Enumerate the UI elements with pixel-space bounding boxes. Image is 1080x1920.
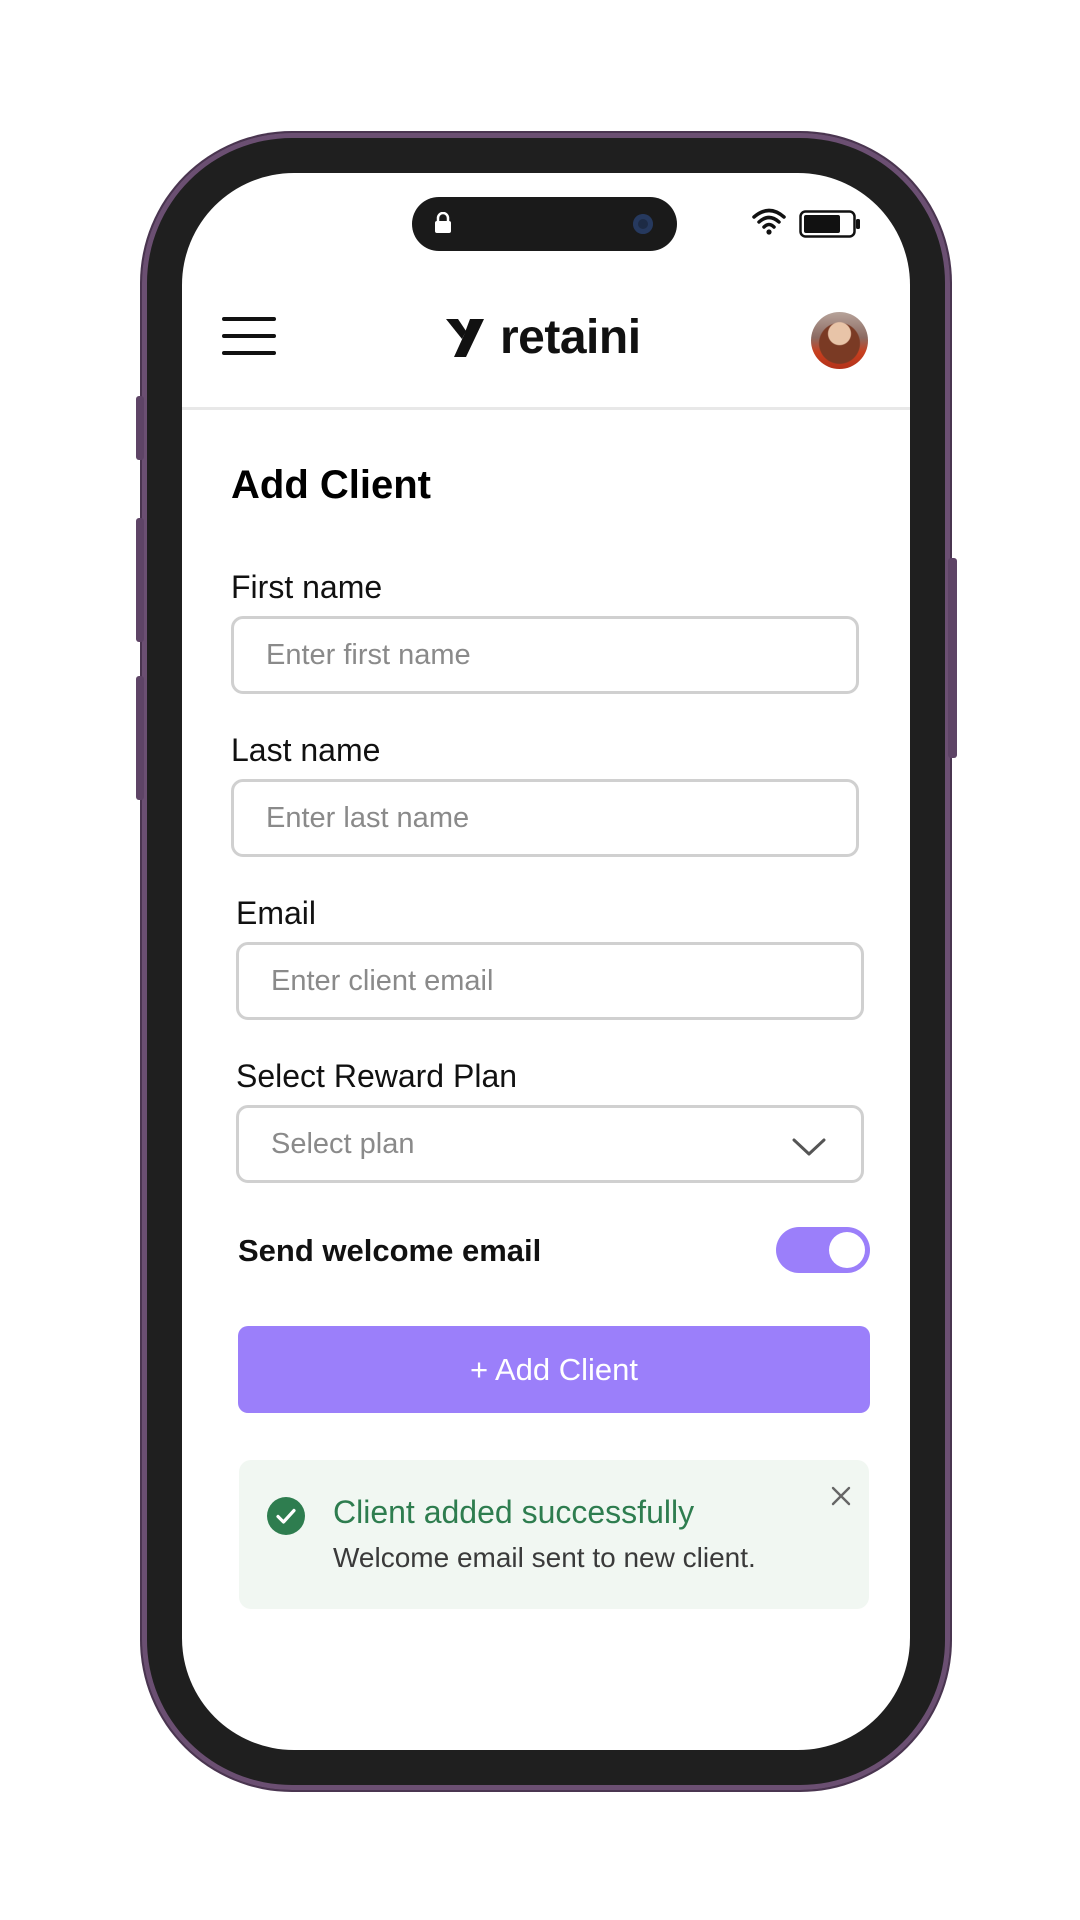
first-name-input[interactable]: Enter first name bbox=[231, 616, 859, 694]
close-icon[interactable] bbox=[829, 1484, 853, 1508]
add-client-button[interactable]: + Add Client bbox=[238, 1326, 870, 1413]
brand-logo[interactable]: retaini bbox=[444, 309, 641, 365]
phone-screen: retaini Add Client First name Enter firs… bbox=[182, 173, 910, 1750]
brand-name: retaini bbox=[500, 310, 641, 364]
page-title: Add Client bbox=[231, 463, 431, 507]
lock-icon bbox=[435, 212, 451, 233]
logo-mark-icon bbox=[446, 319, 484, 357]
app-header: retaini bbox=[182, 263, 910, 410]
last-name-label: Last name bbox=[231, 732, 381, 768]
toast-title: Client added successfully bbox=[333, 1494, 695, 1530]
side-button-left-3 bbox=[136, 676, 144, 800]
email-label: Email bbox=[236, 895, 317, 931]
chevron-down-icon bbox=[792, 1138, 826, 1156]
reward-plan-select[interactable]: Select plan bbox=[236, 1105, 864, 1183]
hamburger-menu-icon[interactable] bbox=[222, 317, 276, 355]
welcome-email-label: Send welcome email bbox=[238, 1233, 542, 1268]
reward-plan-label: Select Reward Plan bbox=[236, 1058, 518, 1094]
welcome-email-toggle[interactable] bbox=[776, 1227, 870, 1273]
last-name-input[interactable]: Enter last name bbox=[231, 779, 859, 857]
success-toast: Client added successfully Welcome email … bbox=[239, 1460, 869, 1609]
side-button-left-2 bbox=[136, 518, 144, 642]
wifi-icon bbox=[752, 208, 786, 235]
toast-message: Welcome email sent to new client. bbox=[333, 1542, 756, 1573]
toggle-knob bbox=[829, 1232, 865, 1268]
camera-icon bbox=[633, 214, 653, 234]
check-circle-icon bbox=[267, 1497, 305, 1535]
side-button-right bbox=[948, 558, 957, 758]
battery-icon bbox=[799, 210, 860, 238]
reward-plan-select-value: Select plan bbox=[271, 1128, 415, 1160]
side-button-left-1 bbox=[136, 396, 144, 460]
user-avatar[interactable] bbox=[811, 312, 868, 369]
email-input[interactable]: Enter client email bbox=[236, 942, 864, 1020]
dynamic-island bbox=[412, 197, 677, 251]
first-name-label: First name bbox=[231, 569, 383, 605]
